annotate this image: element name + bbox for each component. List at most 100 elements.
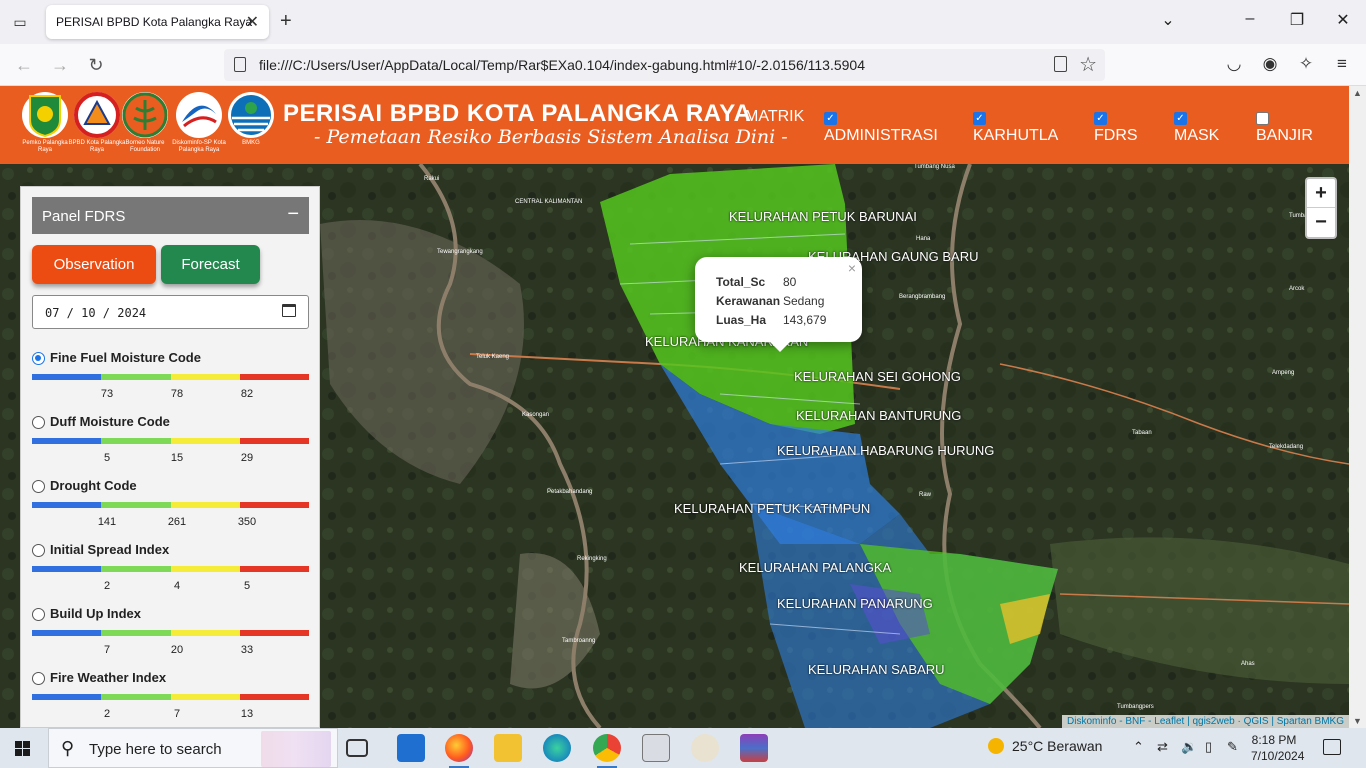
- radio-unselected-icon[interactable]: [32, 608, 45, 621]
- winrar-icon[interactable]: [740, 734, 768, 762]
- browser-tab[interactable]: PERISAI BPBD Kota Palangka Raya ✕: [46, 5, 269, 39]
- calendar-icon[interactable]: [282, 304, 296, 317]
- date-input[interactable]: 07 / 10 / 2024: [32, 295, 309, 329]
- forecast-button[interactable]: Forecast: [161, 245, 260, 284]
- index-color-scale: [32, 630, 309, 636]
- edge-icon[interactable]: [543, 734, 571, 762]
- panel-header[interactable]: Panel FDRS −: [32, 197, 309, 234]
- bookmark-star-icon[interactable]: ☆: [1079, 52, 1097, 77]
- scale-tick-label: 350: [237, 516, 257, 528]
- layer-label: KARHUTLA: [973, 127, 1059, 144]
- checkbox-unchecked-icon[interactable]: [1256, 112, 1269, 125]
- windows-logo-icon: [15, 741, 30, 756]
- scale-segment: [32, 438, 102, 444]
- checkbox-checked-icon[interactable]: ✓: [824, 112, 837, 125]
- scale-tick-label: 78: [170, 388, 184, 400]
- index-row[interactable]: Build Up Index 7 20 33: [32, 606, 312, 666]
- scale-tick-label: 20: [170, 644, 184, 656]
- account-icon[interactable]: ◉: [1259, 54, 1281, 74]
- index-row[interactable]: Drought Code 141 261 350: [32, 478, 312, 538]
- date-value: 07 / 10 / 2024: [45, 306, 147, 320]
- volume-icon[interactable]: 🔉: [1181, 739, 1197, 755]
- logo-caption: BMKG: [242, 140, 260, 146]
- clock[interactable]: 8:18 PM 7/10/2024: [1251, 732, 1304, 764]
- radio-selected-icon[interactable]: [32, 352, 45, 365]
- index-row[interactable]: Duff Moisture Code 5 15 29: [32, 414, 312, 474]
- url-bar[interactable]: file:///C:/Users/User/AppData/Local/Temp…: [224, 49, 1105, 81]
- weather-widget[interactable]: 25°C Berawan: [988, 738, 1102, 754]
- notification-icon[interactable]: [1323, 739, 1341, 755]
- show-hidden-icons-icon[interactable]: ⌃: [1133, 739, 1144, 755]
- forward-icon[interactable]: →: [48, 53, 72, 77]
- radio-unselected-icon[interactable]: [32, 480, 45, 493]
- network-icon[interactable]: ⇄: [1157, 739, 1168, 755]
- place-label: Ahas: [1241, 661, 1255, 667]
- app-header: Pemko Palangka Raya BPBD Kota Palangka R…: [0, 86, 1349, 164]
- kelurahan-label: KELURAHAN SABARU: [808, 662, 945, 677]
- app-subtitle: - Pemetaan Resiko Berbasis Sistem Analis…: [314, 126, 788, 148]
- chrome-icon[interactable]: [593, 734, 621, 768]
- radio-unselected-icon[interactable]: [32, 672, 45, 685]
- checkbox-checked-icon[interactable]: ✓: [1174, 112, 1187, 125]
- place-label: CENTRAL KALIMANTAN: [515, 199, 583, 205]
- paint-icon[interactable]: [691, 734, 719, 762]
- place-label: Arcok: [1289, 286, 1305, 292]
- back-icon[interactable]: ←: [12, 53, 36, 77]
- scale-segment: [101, 566, 171, 572]
- pocket-icon[interactable]: ◡: [1223, 54, 1245, 74]
- close-window-icon[interactable]: ✕: [1331, 10, 1355, 30]
- restore-icon[interactable]: ❐: [1285, 10, 1309, 30]
- scroll-up-icon[interactable]: ▲: [1353, 88, 1362, 98]
- reload-icon[interactable]: ↻: [84, 53, 108, 77]
- checkbox-checked-icon[interactable]: ✓: [973, 112, 986, 125]
- file-explorer-icon[interactable]: [494, 734, 522, 762]
- index-color-scale: [32, 502, 309, 508]
- new-tab-icon[interactable]: +: [280, 10, 292, 32]
- index-row[interactable]: Initial Spread Index 2 4 5: [32, 542, 312, 602]
- index-row[interactable]: Fire Weather Index 2 7 13: [32, 670, 312, 727]
- radio-unselected-icon[interactable]: [32, 416, 45, 429]
- page-scrollbar[interactable]: ▲ ▼: [1349, 86, 1366, 728]
- scroll-down-icon[interactable]: ▼: [1353, 716, 1362, 726]
- kelurahan-label: KELURAHAN PETUK BARUNAI: [729, 209, 917, 224]
- mail-icon[interactable]: [397, 734, 425, 762]
- minimize-icon[interactable]: –: [1238, 10, 1262, 28]
- zoom-out-button[interactable]: −: [1307, 208, 1335, 237]
- collapse-icon[interactable]: −: [287, 203, 299, 226]
- scale-segment: [239, 630, 309, 636]
- task-view-icon[interactable]: [346, 739, 368, 757]
- close-tab-icon[interactable]: ✕: [246, 12, 259, 32]
- url-text[interactable]: file:///C:/Users/User/AppData/Local/Temp…: [259, 57, 865, 73]
- scale-segment: [239, 566, 309, 572]
- battery-icon[interactable]: ▯: [1205, 739, 1212, 755]
- popup-close-icon[interactable]: ×: [848, 260, 856, 276]
- checkbox-checked-icon[interactable]: ✓: [1094, 112, 1107, 125]
- popup-row: Kerawanan Sedang: [716, 291, 826, 310]
- tab-overflow-chevron-icon[interactable]: ⌄: [1156, 10, 1180, 30]
- calculator-icon[interactable]: [642, 734, 670, 762]
- language-icon[interactable]: ✎: [1227, 739, 1238, 755]
- scale-segment: [170, 630, 240, 636]
- reader-view-icon[interactable]: [1054, 56, 1067, 72]
- extensions-icon[interactable]: ✧: [1295, 54, 1317, 74]
- tab-list-icon[interactable]: ▭: [8, 10, 32, 34]
- observation-button[interactable]: Observation: [32, 245, 156, 284]
- kelurahan-label: KELURAHAN PETUK KATIMPUN: [674, 501, 871, 516]
- fdrs-panel: Panel FDRS − Observation Forecast 07 / 1…: [20, 186, 320, 728]
- menu-icon[interactable]: ≡: [1331, 54, 1353, 74]
- logo-caption: Diskominfo-SP Kota Palangka Raya: [172, 140, 226, 153]
- index-name: Fire Weather Index: [50, 670, 167, 685]
- place-label: Tambroanng: [562, 638, 596, 644]
- tab-title: PERISAI BPBD Kota Palangka Raya: [56, 15, 253, 29]
- map-attribution[interactable]: Diskominfo - BNF - Leaflet | qgis2web · …: [1062, 715, 1349, 728]
- zoom-in-button[interactable]: +: [1307, 179, 1335, 208]
- index-row[interactable]: Fine Fuel Moisture Code 73 78 82: [32, 350, 312, 410]
- popup-value: 80: [783, 274, 797, 289]
- firefox-icon[interactable]: [445, 734, 473, 768]
- scale-segment: [101, 438, 171, 444]
- index-name: Duff Moisture Code: [50, 414, 170, 429]
- radio-unselected-icon[interactable]: [32, 544, 45, 557]
- taskbar-search[interactable]: ⚲ Type here to search: [48, 728, 338, 768]
- scale-segment: [32, 374, 102, 380]
- start-button[interactable]: [0, 728, 46, 768]
